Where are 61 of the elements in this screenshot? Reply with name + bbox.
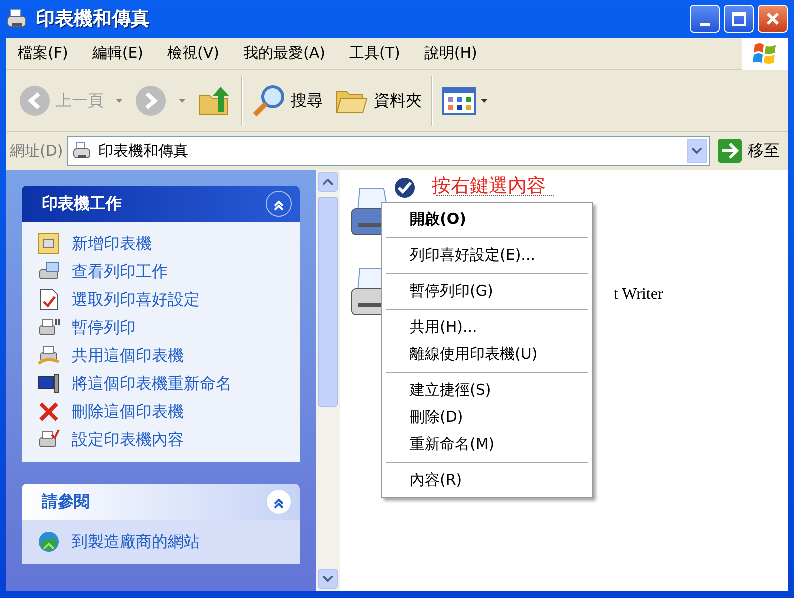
task-link[interactable]: 查看列印工作 — [38, 260, 288, 284]
views-icon — [442, 86, 476, 114]
task-link[interactable]: 暫停列印 — [38, 316, 288, 340]
task-link[interactable]: 設定印表機內容 — [38, 428, 288, 452]
computer-icon — [38, 373, 60, 395]
annotation-text: 按右鍵選內容 — [432, 174, 546, 199]
task-link[interactable]: 選取列印喜好設定 — [38, 288, 288, 312]
menu-item[interactable]: 說明(H) — [412, 42, 490, 65]
close-button[interactable] — [758, 5, 788, 33]
back-icon — [19, 84, 51, 116]
scroll-up-icon — [323, 179, 333, 185]
caret-icon — [481, 98, 488, 102]
scrollbar[interactable] — [316, 170, 340, 591]
menu-item[interactable]: 檔案(F) — [6, 42, 80, 65]
task-link[interactable]: 刪除這個印表機 — [38, 400, 288, 424]
maximize-button[interactable] — [724, 5, 754, 33]
menu-item[interactable]: 工具(T) — [337, 42, 412, 65]
dropdown-button[interactable] — [687, 139, 707, 163]
menu-item[interactable]: 暫停列印(G) — [382, 278, 592, 305]
folders-button[interactable]: 資料夾 — [332, 82, 425, 120]
task-link[interactable]: 新增印表機 — [38, 232, 288, 256]
menu-item[interactable]: 重新命名(M) — [382, 431, 592, 458]
close-icon — [765, 11, 781, 27]
window-title: 印表機和傳真 — [36, 6, 150, 32]
scroll-down-icon — [323, 576, 333, 582]
menu-item[interactable]: 我的最愛(A) — [232, 42, 338, 65]
printer-label[interactable]: t Writer — [614, 283, 664, 307]
panel-header[interactable]: 請參閱 — [22, 484, 300, 520]
address-field[interactable]: 印表機和傳真 — [67, 136, 710, 166]
windows-flag-icon — [751, 40, 779, 66]
arrow-right-icon — [718, 139, 742, 163]
check-badge-icon — [394, 177, 416, 199]
menu-item[interactable]: 開啟(O) — [382, 206, 592, 233]
delete-icon — [38, 401, 60, 423]
menu-item[interactable]: 檢視(V) — [156, 42, 232, 65]
search-icon — [252, 84, 286, 118]
caret-icon — [179, 98, 186, 102]
panel-header[interactable]: 印表機工作 — [22, 186, 300, 222]
menu-item[interactable]: 共用(H)... — [382, 314, 592, 341]
minimize-button[interactable] — [690, 5, 720, 33]
printer-add-icon — [38, 233, 60, 255]
menu-item[interactable]: 刪除(D) — [382, 404, 592, 431]
menu-item[interactable]: 列印喜好設定(E)... — [382, 242, 592, 269]
chevron-down-icon — [692, 148, 702, 154]
printer-icon — [72, 141, 92, 161]
menu-item[interactable]: 離線使用印表機(U) — [382, 341, 592, 368]
menu-item[interactable]: 內容(R) — [382, 467, 592, 494]
go-button[interactable]: 移至 — [714, 139, 784, 163]
caret-icon — [116, 98, 123, 102]
menu-item[interactable]: 編輯(E) — [80, 42, 156, 65]
printer-share-icon — [38, 345, 60, 367]
task-link[interactable]: 共用這個印表機 — [38, 344, 288, 368]
search-button[interactable]: 搜尋 — [249, 80, 326, 122]
task-link[interactable]: 將這個印表機重新命名 — [38, 372, 288, 396]
minimize-icon — [700, 23, 710, 26]
menu-item[interactable]: 建立捷徑(S) — [382, 377, 592, 404]
printer-icon — [6, 8, 28, 30]
globe-icon — [38, 531, 60, 553]
address-label: 網址(D) — [10, 140, 64, 162]
document-check-icon — [38, 289, 60, 311]
maximize-icon — [731, 11, 747, 27]
